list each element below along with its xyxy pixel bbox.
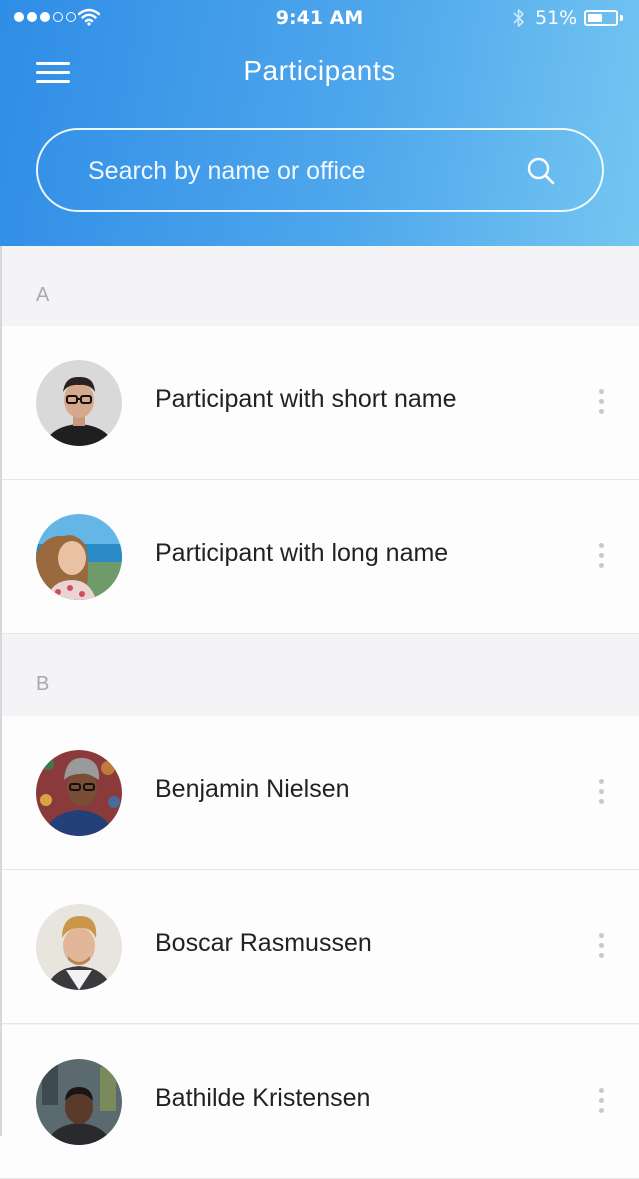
more-vertical-icon[interactable] (593, 541, 611, 573)
search-bar[interactable] (36, 128, 604, 212)
avatar (36, 360, 122, 446)
participant-row[interactable]: Benjamin Nielsen (0, 716, 639, 870)
participant-row[interactable]: Participant with long name (0, 480, 639, 634)
avatar (36, 514, 122, 600)
search-input[interactable] (86, 150, 530, 192)
page-title: Participants (243, 55, 396, 86)
section-header-a: A (0, 246, 639, 326)
more-vertical-icon[interactable] (593, 777, 611, 809)
participant-row[interactable]: Participant with short name (0, 326, 639, 480)
section-header-b: B (0, 635, 639, 715)
participant-name: Benjamin Nielsen (155, 775, 350, 803)
avatar (36, 904, 122, 990)
avatar (36, 750, 122, 836)
section-letter: B (36, 673, 50, 695)
search-icon[interactable] (526, 156, 556, 186)
more-vertical-icon[interactable] (593, 1086, 611, 1118)
participant-name: Boscar Rasmussen (155, 929, 372, 957)
more-vertical-icon[interactable] (593, 931, 611, 963)
participant-row[interactable]: Boscar Rasmussen (0, 870, 639, 1024)
battery-percent: 51% (535, 7, 578, 29)
bluetooth-icon (513, 9, 524, 27)
participant-name: Participant with long name (155, 539, 449, 567)
avatar (36, 1059, 122, 1145)
battery-icon (584, 10, 618, 26)
participant-name: Bathilde Kristensen (155, 1084, 371, 1112)
participant-name: Participant with short name (155, 385, 457, 413)
app-header: 9:41 AM 51% Participants (0, 0, 639, 246)
left-edge-divider (0, 246, 2, 1136)
status-bar: 9:41 AM 51% (0, 0, 639, 38)
more-vertical-icon[interactable] (593, 387, 611, 419)
section-letter: A (36, 284, 50, 306)
participant-row[interactable]: Bathilde Kristensen (0, 1025, 639, 1179)
